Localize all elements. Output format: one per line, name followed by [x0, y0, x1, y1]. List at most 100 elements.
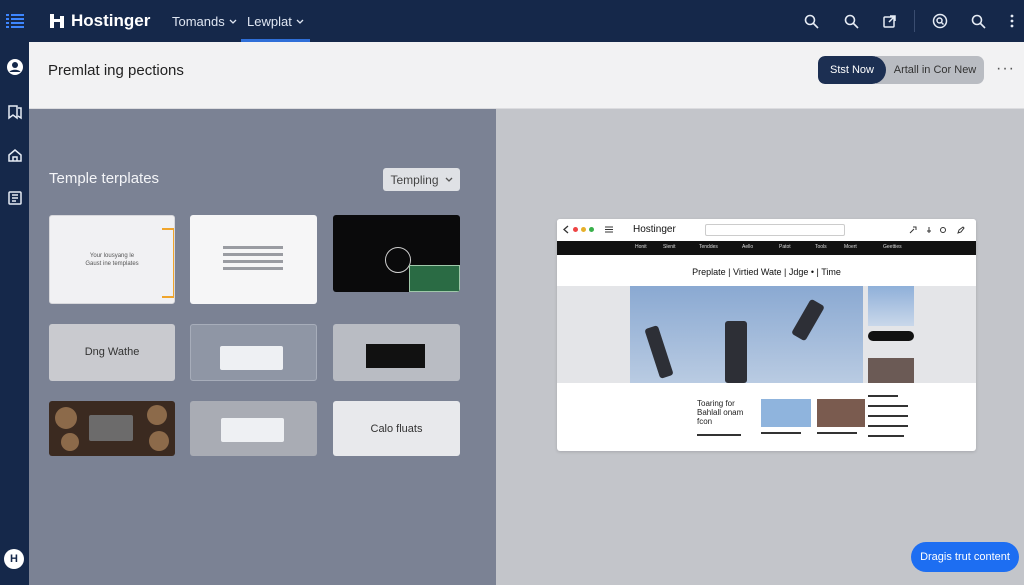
form-card	[221, 418, 284, 442]
user-circle-icon[interactable]	[0, 56, 29, 78]
template-card-form[interactable]	[190, 324, 317, 381]
tool-icon[interactable]	[909, 226, 917, 234]
food-image	[55, 407, 77, 429]
text-placeholder	[761, 432, 801, 434]
hostinger-logo-icon	[50, 14, 64, 28]
preview-nav-item[interactable]: Patot	[779, 244, 791, 250]
preview-nav-item[interactable]: Slenit	[663, 244, 676, 250]
template-card-blank[interactable]: Your lousyang le Gaust ine templates	[49, 215, 175, 304]
section-title: Temple terplates	[49, 170, 160, 187]
hamburger-icon[interactable]	[605, 226, 613, 233]
brand-name: Hostinger	[71, 11, 151, 30]
template-card-dng[interactable]: Dng Wathe	[49, 324, 175, 381]
template-card-text[interactable]	[190, 215, 317, 304]
template-panel: Temple terplates Templing Your lousyang …	[29, 109, 496, 585]
food-image	[61, 433, 79, 451]
form-card	[220, 346, 283, 370]
side-image	[868, 286, 914, 326]
preview-nav-item[interactable]: Moert	[844, 244, 857, 250]
logo-circle	[385, 247, 411, 273]
window-dot-yellow	[581, 227, 586, 232]
template-card-dark[interactable]	[333, 215, 460, 292]
window-dot-green	[589, 227, 594, 232]
chevron-down-icon	[445, 177, 452, 182]
toolbar-divider	[914, 10, 915, 32]
website-preview[interactable]: Hostinger Honit Slenit Tenddes Aello Pat…	[557, 219, 976, 451]
template-filter-dropdown[interactable]: Templing	[383, 168, 460, 191]
selection-handle[interactable]	[162, 228, 174, 298]
more-vert-icon[interactable]	[1002, 11, 1022, 31]
tab-lewplat[interactable]: Lewplat	[241, 14, 310, 42]
settings-icon[interactable]	[939, 226, 947, 234]
top-bar: Hostinger Tomands Lewplat	[29, 0, 1024, 42]
template-caption: Calo fluats	[370, 423, 423, 435]
text-placeholder	[697, 434, 741, 436]
preview-nav-item[interactable]: Geetties	[883, 244, 902, 250]
text-placeholder	[868, 395, 898, 397]
food-image	[147, 405, 167, 425]
preview-nav-item[interactable]: Honit	[635, 244, 647, 250]
preview-nav-item[interactable]: Tools	[815, 244, 827, 250]
search-icon[interactable]	[801, 11, 821, 31]
pin-icon[interactable]	[925, 226, 933, 234]
install-button[interactable]: Artall in Cor New	[876, 56, 984, 84]
more-options-icon[interactable]: ···	[996, 60, 1015, 78]
text-placeholder	[223, 246, 283, 249]
preview-brand: Hostinger	[633, 224, 676, 235]
drag-content-button[interactable]: Dragis trut content	[911, 542, 1019, 572]
overlay-panel	[89, 415, 133, 441]
template-caption: Your lousyang le Gaust ine templates	[85, 253, 139, 267]
preview-nav-item[interactable]: Aello	[742, 244, 753, 250]
text-placeholder	[868, 405, 908, 407]
text-placeholder	[223, 253, 283, 256]
page-header: Premlat ing pections Stst Now Artall in …	[29, 42, 1024, 109]
preview-nav: Honit Slenit Tenddes Aello Patot Tools M…	[557, 241, 976, 255]
edit-icon[interactable]	[957, 226, 965, 234]
preview-headline: Preplate | Virtied Wate | Jdge • | Time	[692, 267, 841, 277]
text-placeholder	[817, 432, 857, 434]
page-title: Premlat ing pections	[48, 62, 184, 79]
bookmarks-icon[interactable]	[0, 101, 29, 123]
text-placeholder	[868, 415, 908, 417]
food-image	[149, 431, 169, 451]
back-icon[interactable]	[563, 225, 569, 234]
figure	[791, 298, 825, 342]
brand-logo[interactable]: Hostinger	[49, 11, 150, 31]
external-link-icon[interactable]	[879, 11, 899, 31]
text-placeholder	[223, 260, 283, 263]
hero-image	[630, 286, 863, 383]
side-button[interactable]	[868, 331, 914, 341]
window-dot-red	[573, 227, 578, 232]
preview-search-input[interactable]	[705, 224, 845, 236]
zoom-icon[interactable]	[841, 11, 861, 31]
text-placeholder	[868, 435, 904, 437]
side-image	[868, 358, 914, 383]
home-icon[interactable]	[0, 144, 29, 166]
preview-nav-item[interactable]: Tenddes	[699, 244, 718, 250]
dropdown-label: Templing	[390, 172, 439, 187]
banner-card	[366, 344, 425, 368]
search-circle-icon[interactable]	[930, 11, 950, 31]
tab-label: Tomands	[172, 14, 225, 29]
story-thumbnail	[761, 399, 811, 427]
template-card-calo[interactable]: Calo fluats	[333, 401, 460, 456]
text-placeholder	[223, 267, 283, 270]
template-card-food[interactable]	[49, 401, 175, 456]
menu-list-icon[interactable]	[0, 10, 29, 32]
template-thumbnail	[409, 265, 460, 292]
start-now-button[interactable]: Stst Now	[818, 56, 886, 84]
left-rail: H	[0, 0, 29, 585]
template-caption: Dng Wathe	[84, 346, 140, 358]
tab-tomands[interactable]: Tomands	[172, 14, 237, 29]
story-thumbnail	[817, 399, 865, 427]
document-list-icon[interactable]	[0, 187, 29, 209]
template-card-card[interactable]	[190, 401, 317, 456]
preview-browser-bar: Hostinger	[557, 219, 976, 241]
tab-label: Lewplat	[247, 14, 292, 29]
search-alt-icon[interactable]	[968, 11, 988, 31]
figure	[644, 325, 674, 379]
template-card-banner[interactable]	[333, 324, 460, 381]
text-placeholder	[868, 425, 908, 427]
avatar[interactable]: H	[4, 549, 24, 569]
preview-panel: Hostinger Honit Slenit Tenddes Aello Pat…	[496, 109, 1024, 585]
